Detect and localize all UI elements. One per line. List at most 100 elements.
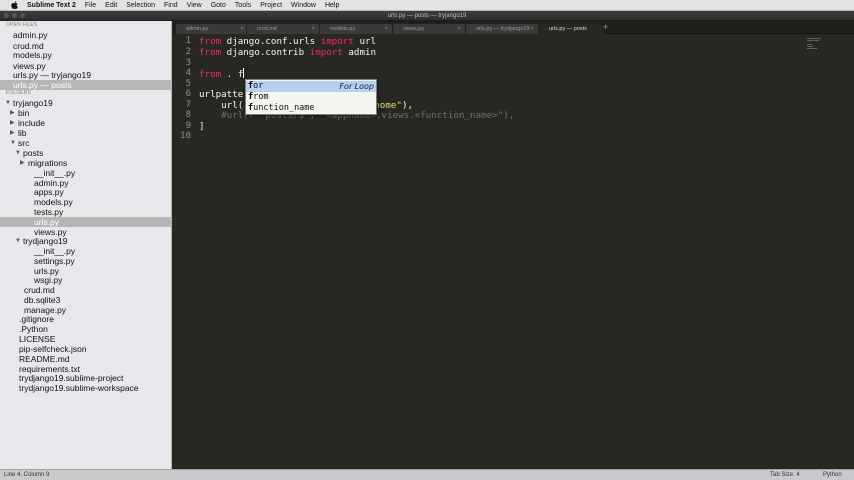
- tab-close-icon[interactable]: ×: [311, 24, 315, 34]
- open-file-label: admin.py: [13, 30, 48, 40]
- line-number: 8: [185, 110, 191, 120]
- tree-item-label: lib: [18, 128, 27, 138]
- open-file-item-selected[interactable]: urls.py — posts: [0, 80, 171, 90]
- tree-item[interactable]: .Python: [0, 324, 171, 334]
- autocomplete-trigger: from: [248, 92, 269, 102]
- menu-app-name[interactable]: Sublime Text 2: [27, 2, 76, 9]
- apple-icon[interactable]: [10, 1, 19, 10]
- autocomplete-item[interactable]: from: [246, 92, 376, 103]
- disclosure-closed-icon[interactable]: ▶: [10, 118, 16, 128]
- tree-item[interactable]: ▶ migrations: [0, 158, 171, 168]
- tab-crud-md[interactable]: crud.md ×: [246, 23, 320, 34]
- tree-item-selected[interactable]: urls.py: [0, 217, 171, 227]
- open-file-item[interactable]: urls.py — tryjango19: [0, 70, 171, 80]
- tree-item[interactable]: README.md: [0, 354, 171, 364]
- code-text: ]: [199, 121, 205, 132]
- tree-item[interactable]: ▼ posts: [0, 148, 171, 158]
- open-file-item[interactable]: admin.py: [0, 30, 171, 40]
- window-controls: [4, 13, 25, 18]
- tree-item[interactable]: apps.py: [0, 187, 171, 197]
- tab-close-icon[interactable]: ×: [457, 24, 461, 34]
- minimap[interactable]: [804, 34, 854, 469]
- open-file-label: models.py: [13, 50, 52, 60]
- menu-window[interactable]: Window: [291, 2, 316, 9]
- disclosure-open-icon[interactable]: ▼: [5, 98, 11, 108]
- disclosure-closed-icon[interactable]: ▶: [10, 128, 16, 138]
- new-tab-icon[interactable]: +: [603, 22, 608, 32]
- tree-item[interactable]: LICENSE: [0, 334, 171, 344]
- menu-goto[interactable]: Goto: [211, 2, 226, 9]
- tree-item-label: include: [18, 118, 45, 128]
- tab-models-py[interactable]: models.py ×: [319, 23, 393, 34]
- menu-edit[interactable]: Edit: [105, 2, 117, 9]
- tree-item[interactable]: db.sqlite3: [0, 295, 171, 305]
- menu-selection[interactable]: Selection: [126, 2, 155, 9]
- text-cursor: [243, 68, 245, 78]
- tree-item[interactable]: trydjango19.sublime-workspace: [0, 383, 171, 393]
- minimap-line: [807, 48, 817, 49]
- tree-item[interactable]: ▶ include: [0, 118, 171, 128]
- tree-item-label: pip-selfcheck.json: [19, 344, 87, 354]
- close-window-button[interactable]: [4, 13, 9, 18]
- syntax-selector[interactable]: Python: [823, 470, 842, 480]
- tab-size-selector[interactable]: Tab Size: 4: [770, 470, 800, 480]
- code-editor[interactable]: 1 2 3 4 5 6 7 8 9 10 from django.conf.ur…: [173, 34, 804, 469]
- tree-item[interactable]: tests.py: [0, 207, 171, 217]
- menu-tools[interactable]: Tools: [235, 2, 251, 9]
- tab-label: crud.md: [257, 26, 277, 32]
- tree-item-label: apps.py: [34, 187, 64, 197]
- autocomplete-hint: For Loop: [339, 82, 374, 91]
- tree-item[interactable]: __init__.py: [0, 168, 171, 178]
- tree-item[interactable]: crud.md: [0, 285, 171, 295]
- window-title-bar: urls.py — posts — tryjango19: [0, 11, 854, 21]
- minimize-window-button[interactable]: [12, 13, 17, 18]
- menu-find[interactable]: Find: [164, 2, 178, 9]
- tab-views-py[interactable]: views.py ×: [392, 23, 466, 34]
- tab-urls-py-posts[interactable]: urls.py — posts: [538, 23, 604, 34]
- menu-view[interactable]: View: [187, 2, 202, 9]
- tab-close-icon[interactable]: ×: [530, 24, 534, 34]
- disclosure-open-icon[interactable]: ▼: [15, 148, 21, 158]
- tree-item[interactable]: ▼ src: [0, 138, 171, 148]
- tree-item[interactable]: trydjango19.sublime-project: [0, 373, 171, 383]
- tree-item[interactable]: pip-selfcheck.json: [0, 344, 171, 354]
- tree-item-label: trydjango19: [23, 236, 68, 246]
- tree-item[interactable]: settings.py: [0, 256, 171, 266]
- menu-help[interactable]: Help: [325, 2, 339, 9]
- tree-item[interactable]: models.py: [0, 197, 171, 207]
- code-line: from django.contrib import admin: [199, 47, 376, 58]
- open-files-header: OPEN FILES: [6, 22, 38, 28]
- tree-item[interactable]: .gitignore: [0, 314, 171, 324]
- disclosure-closed-icon[interactable]: ▶: [10, 108, 16, 118]
- tree-item[interactable]: ▼ tryjango19: [0, 98, 171, 108]
- tab-label: urls.py — trydjango19: [476, 26, 530, 32]
- code-line: urlpatte: [199, 89, 243, 100]
- tab-urls-py-trydjango19[interactable]: urls.py — trydjango19 ×: [465, 23, 539, 34]
- tree-item-label: README.md: [19, 354, 70, 364]
- menu-project[interactable]: Project: [260, 2, 282, 9]
- disclosure-closed-icon[interactable]: ▶: [20, 158, 26, 168]
- tree-item[interactable]: ▶ bin: [0, 108, 171, 118]
- tree-item[interactable]: __init__.py: [0, 246, 171, 256]
- tree-item[interactable]: ▼ trydjango19: [0, 236, 171, 246]
- tree-item[interactable]: wsgi.py: [0, 275, 171, 285]
- disclosure-open-icon[interactable]: ▼: [15, 236, 21, 246]
- cursor-position: Line 4, Column 9: [4, 472, 50, 478]
- zoom-window-button[interactable]: [20, 13, 25, 18]
- tab-admin-py[interactable]: admin.py ×: [175, 23, 249, 34]
- code-text: django.conf.urls: [221, 36, 321, 47]
- autocomplete-item[interactable]: function_name: [246, 103, 376, 114]
- tab-close-icon[interactable]: ×: [384, 24, 388, 34]
- autocomplete-popup: for For Loop from function_name: [245, 79, 377, 115]
- folders-header: FOLDERS: [6, 90, 32, 96]
- autocomplete-item-selected[interactable]: for For Loop: [246, 81, 376, 92]
- tab-close-icon[interactable]: ×: [240, 24, 244, 34]
- tree-item-label: settings.py: [34, 256, 75, 266]
- tab-bar: admin.py × crud.md × models.py × views.p…: [173, 21, 854, 34]
- menu-file[interactable]: File: [85, 2, 96, 9]
- tree-item[interactable]: ▶ lib: [0, 128, 171, 138]
- open-file-item[interactable]: models.py: [0, 50, 171, 60]
- disclosure-open-icon[interactable]: ▼: [10, 138, 16, 148]
- window-title: urls.py — posts — tryjango19: [387, 13, 467, 19]
- keyword: from: [199, 36, 222, 47]
